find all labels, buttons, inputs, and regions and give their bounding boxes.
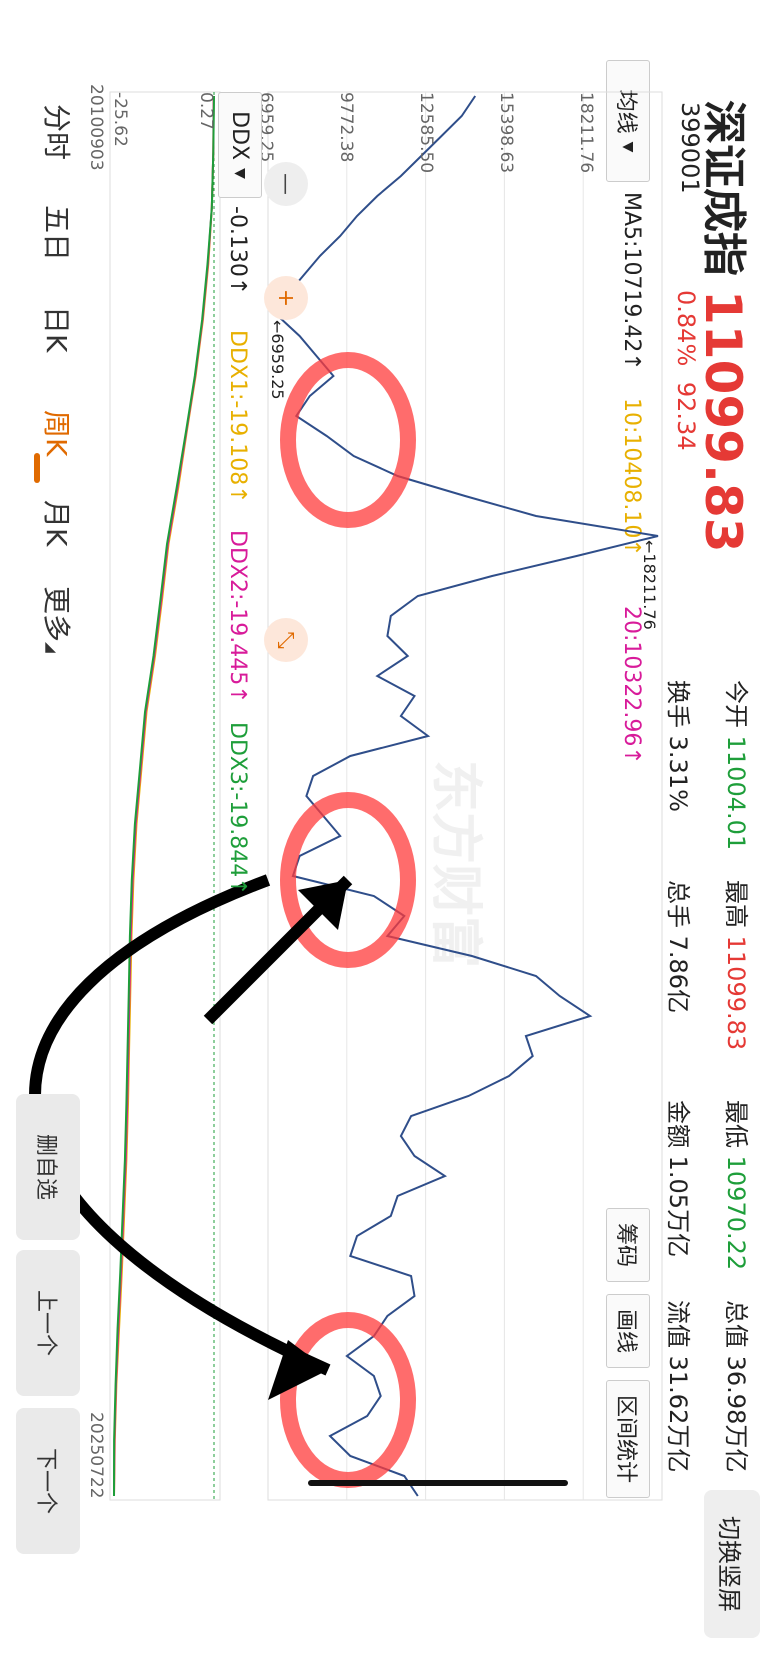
annotation-circle [280,352,416,528]
collapse-icon: ⤡ [273,631,299,649]
tab-monthly-k[interactable]: 月K [38,500,78,546]
price-tick-label: 9772.38 [336,92,356,163]
landscape-stage: 深证成指 399001 11099.83 0.84% 92.34 今开 1100… [0,0,768,1663]
ddx-select[interactable]: DDX ▼ [218,92,262,198]
start-date: 20100903 [86,84,106,171]
ddx-select-label: DDX [227,111,253,161]
home-indicator [308,1480,568,1486]
ddx2-value: DDX2:-19.445↑ [225,530,250,704]
zoom-in-button[interactable]: + [264,276,308,320]
tab-five-day[interactable]: 五日 [38,205,78,261]
zoom-out-button[interactable]: — [264,162,308,206]
min-price-label: ←6959.25 [268,320,287,400]
annotation-circle [280,1312,416,1488]
end-date: 20250722 [86,1412,106,1499]
previous-stock-button[interactable]: 上一个 [16,1250,80,1396]
remove-watchlist-button[interactable]: 删自选 [16,1094,80,1240]
price-tick-label: 12585.50 [416,92,436,174]
watermark: 东方财富 [425,760,485,968]
price-tick-label: 15398.63 [496,92,516,174]
ddx-bottom-tick: -25.62 [110,92,130,147]
ddx1-value: DDX1:-19.108↑ [225,330,250,504]
max-price-label: ←18211.76 [640,540,659,630]
kline-chart[interactable]: 东方财富 ←18211.76 ←6959.25 [0,0,768,1663]
next-stock-button[interactable]: 下一个 [16,1408,80,1554]
triangle-icon: ◢ [43,642,59,653]
plus-icon: + [273,288,299,308]
reset-zoom-button[interactable]: ⤡ [264,618,308,662]
tab-more[interactable]: 更多◢ [38,586,78,653]
active-tab-indicator [34,453,40,483]
ddx-top-tick: 0.27 [196,92,216,130]
ddx-value: -0.130↑ [225,206,250,296]
tab-daily-k[interactable]: 日K [38,306,78,352]
chevron-down-icon: ▼ [232,168,248,179]
ddx3-value: DDX3:-19.844↑ [225,722,250,896]
tab-intraday[interactable]: 分时 [38,104,78,160]
tab-weekly-k[interactable]: 周K [38,410,78,456]
minus-icon: — [273,173,299,195]
price-tick-label: 18211.76 [576,92,596,174]
tab-more-label: 更多 [40,586,73,643]
